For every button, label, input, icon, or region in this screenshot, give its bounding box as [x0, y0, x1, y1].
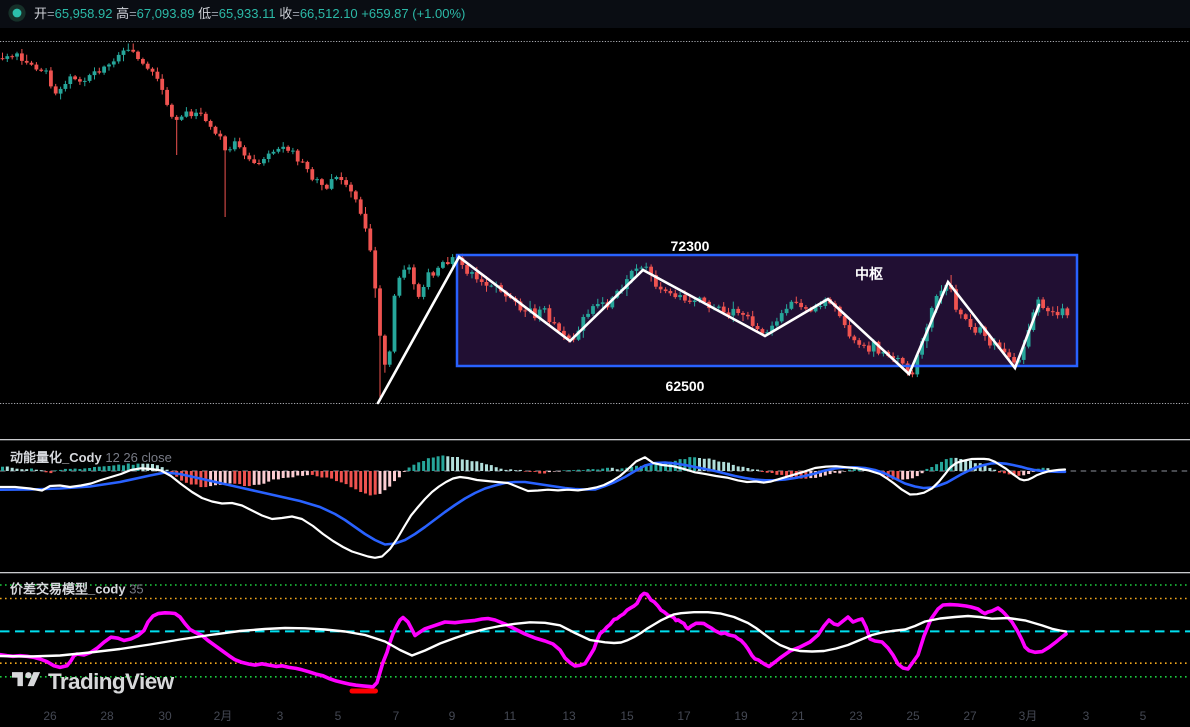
- svg-text:25: 25: [906, 709, 920, 723]
- svg-text:3: 3: [1083, 709, 1090, 723]
- svg-text:62500: 62500: [666, 378, 705, 394]
- svg-text:开=65,958.92 高=67,093.89 低=65,9: 开=65,958.92 高=67,093.89 低=65,933.11 收=66…: [34, 6, 465, 21]
- svg-text:5: 5: [1140, 709, 1147, 723]
- svg-text:3月: 3月: [1019, 709, 1038, 723]
- svg-text:17: 17: [677, 709, 691, 723]
- svg-text:3: 3: [277, 709, 284, 723]
- svg-text:23: 23: [849, 709, 863, 723]
- svg-text:21: 21: [791, 709, 805, 723]
- svg-text:13: 13: [562, 709, 576, 723]
- svg-text:价差交易模型_cody 35: 价差交易模型_cody 35: [10, 582, 144, 597]
- svg-text:5: 5: [335, 709, 342, 723]
- svg-text:中枢: 中枢: [855, 266, 883, 282]
- svg-text:28: 28: [100, 709, 114, 723]
- svg-text:11: 11: [504, 709, 517, 723]
- svg-text:2月: 2月: [214, 709, 233, 723]
- svg-text:26: 26: [43, 709, 57, 723]
- svg-text:19: 19: [734, 709, 748, 723]
- svg-text:动能量化_Cody 12 26 close: 动能量化_Cody 12 26 close: [10, 450, 172, 465]
- svg-text:15: 15: [620, 709, 634, 723]
- svg-text:7: 7: [393, 709, 400, 723]
- svg-text:72300: 72300: [671, 238, 710, 254]
- svg-text:27: 27: [963, 709, 977, 723]
- svg-text:TradingView: TradingView: [48, 669, 175, 694]
- svg-text:30: 30: [158, 709, 172, 723]
- svg-text:9: 9: [449, 709, 456, 723]
